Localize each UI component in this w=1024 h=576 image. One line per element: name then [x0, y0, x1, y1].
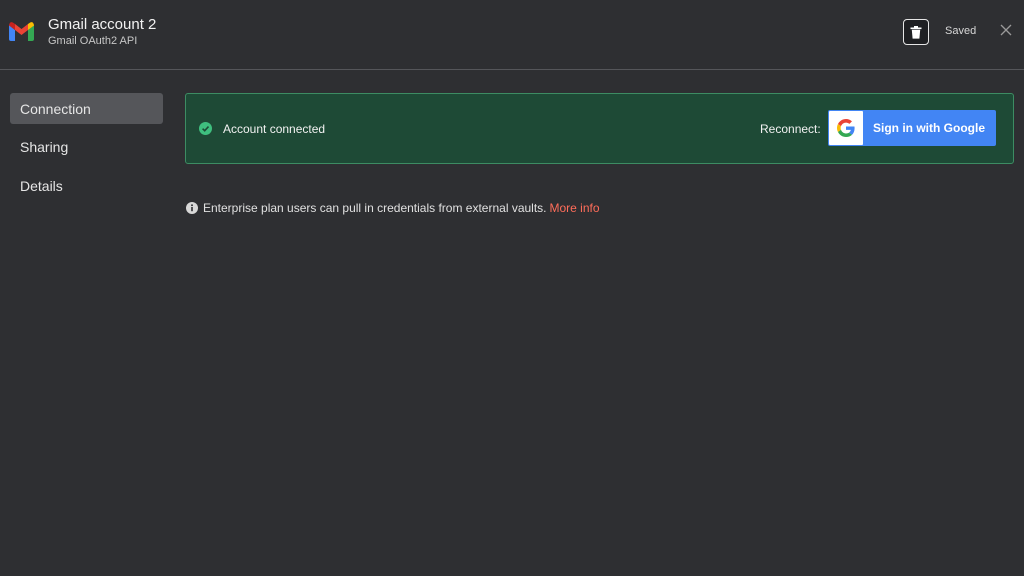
sidebar-item-label: Details	[20, 177, 63, 194]
info-text: Enterprise plan users can pull in creden…	[203, 201, 547, 215]
sidebar-item-connection[interactable]: Connection	[10, 93, 163, 124]
info-icon	[186, 202, 198, 214]
trash-icon	[910, 25, 922, 39]
page-title: Gmail account 2	[48, 16, 157, 33]
google-logo-icon	[829, 111, 863, 145]
delete-button[interactable]	[903, 19, 929, 45]
reconnect-label: Reconnect:	[760, 122, 821, 136]
sign-in-with-google-button[interactable]: Sign in with Google	[828, 110, 996, 146]
enterprise-info: Enterprise plan users can pull in creden…	[186, 201, 600, 215]
more-info-link[interactable]: More info	[550, 201, 600, 215]
sign-in-button-label: Sign in with Google	[873, 121, 985, 135]
close-icon[interactable]	[999, 23, 1013, 37]
connection-status-banner: Account connected Reconnect: Sign in wit…	[185, 93, 1014, 164]
connection-status-text: Account connected	[223, 122, 326, 136]
saved-status: Saved	[945, 25, 977, 37]
sidebar-item-label: Connection	[20, 100, 91, 117]
header: Gmail account 2 Gmail OAuth2 API Saved	[0, 0, 1024, 70]
check-circle-icon	[199, 122, 212, 135]
gmail-logo-icon	[9, 22, 34, 41]
sidebar-item-details[interactable]: Details	[10, 170, 163, 201]
sidebar-item-label: Sharing	[20, 138, 69, 155]
sidebar-item-sharing[interactable]: Sharing	[10, 131, 163, 162]
page-subtitle: Gmail OAuth2 API	[48, 35, 138, 47]
